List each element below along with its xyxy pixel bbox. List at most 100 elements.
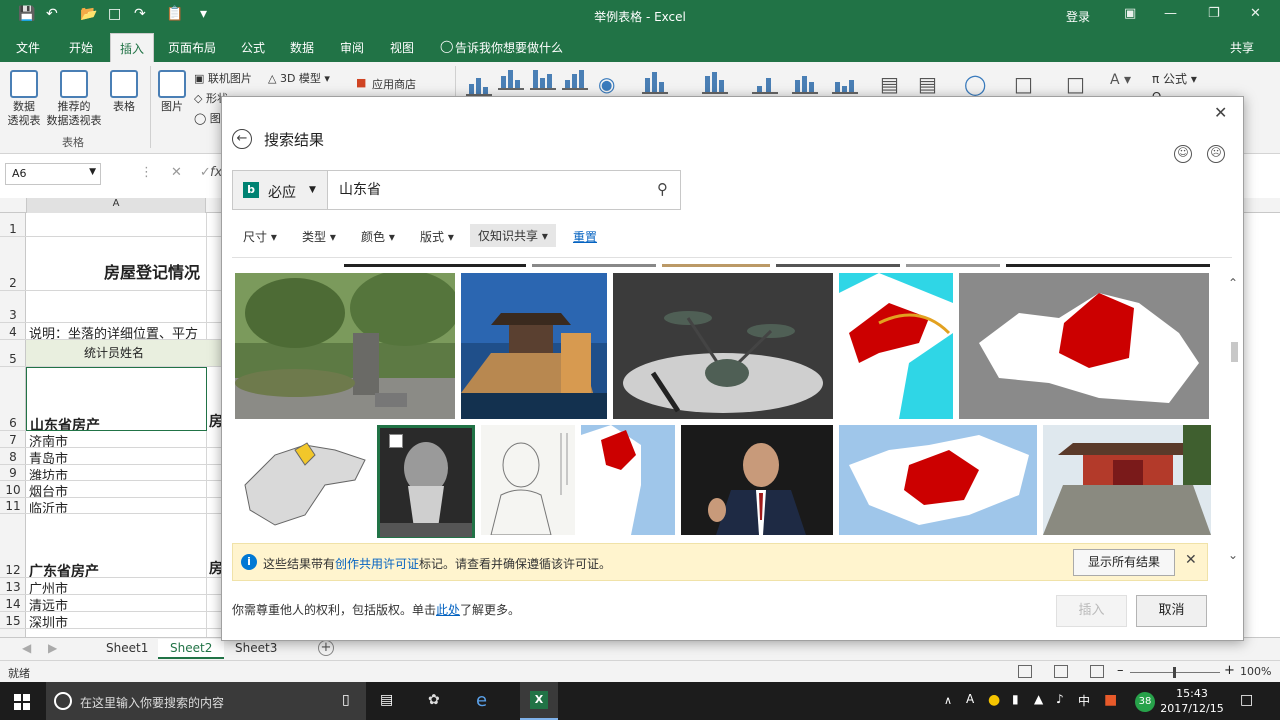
close-window-icon[interactable]: ✕ (1250, 6, 1261, 21)
image-thumbnail-province-map-4[interactable] (839, 425, 1037, 535)
header-footer-icon[interactable]: □ (1066, 72, 1085, 96)
row-header[interactable]: 11 (0, 498, 26, 514)
smile-feedback-icon[interactable]: ☺ (1174, 145, 1192, 163)
scroll-down-icon[interactable]: ⌄ (1228, 548, 1238, 562)
cell-a2[interactable]: 房屋登记情况 (26, 237, 222, 291)
cell-a9[interactable]: 潍坊市 (26, 465, 222, 481)
tab-data[interactable]: 数据 (290, 39, 314, 56)
row-header[interactable]: 13 (0, 578, 26, 595)
map-chart-icon[interactable]: ◉ (598, 72, 615, 96)
search-icon[interactable]: ⚲ (657, 180, 668, 198)
normal-view-icon[interactable] (1018, 665, 1032, 678)
image-thumbnail-speaker[interactable] (681, 425, 833, 535)
edge-icon[interactable]: e (476, 690, 487, 711)
next-sheet-icon[interactable]: ▶ (48, 641, 57, 655)
task-view-icon[interactable]: ▤ (380, 692, 393, 708)
image-thumbnail-province-map-3[interactable] (581, 425, 675, 535)
image-thumbnail[interactable] (906, 264, 1000, 267)
search-input[interactable] (339, 181, 639, 197)
image-thumbnail-province-map-1[interactable] (839, 273, 953, 419)
row-header[interactable]: 2 (0, 237, 26, 291)
zoom-level[interactable]: 100% (1240, 665, 1271, 678)
zoom-slider-knob[interactable] (1173, 667, 1176, 678)
row-header[interactable]: 10 (0, 481, 26, 498)
tell-me-box[interactable]: 告诉我你想要做什么 (455, 39, 563, 56)
row-header[interactable]: 9 (0, 465, 26, 481)
3d-models-button[interactable]: △ 3D 模型 ▾ (268, 70, 330, 86)
taskbar-clock[interactable]: 15:43 2017/12/15 (1160, 686, 1224, 716)
filter-type[interactable]: 类型 ▾ (302, 228, 336, 245)
link-icon[interactable]: ◯ (964, 72, 986, 96)
equation-button[interactable]: π 公式 ▾ (1152, 70, 1197, 87)
battery-icon[interactable]: ▮ (1012, 692, 1019, 706)
cancel-button[interactable]: 取消 (1136, 595, 1207, 627)
tray-app-icon[interactable]: A (966, 692, 974, 706)
cell-a3[interactable] (26, 291, 222, 323)
page-layout-view-icon[interactable] (1054, 665, 1068, 678)
tab-formulas[interactable]: 公式 (241, 39, 265, 56)
slicer-icon[interactable]: ▤ (880, 72, 899, 96)
network-icon[interactable]: ▲ (1034, 692, 1043, 706)
cell-a4[interactable]: 说明：坐落的详细位置、平方 (26, 323, 222, 340)
pictures-button[interactable]: 图片 (156, 70, 188, 114)
hierarchy-chart-icon[interactable] (530, 68, 556, 90)
gallery-scrollbar[interactable]: ⌃ ⌄ (1226, 262, 1242, 567)
share-button[interactable]: 共享 (1230, 39, 1254, 56)
row-header[interactable]: 6 (0, 367, 26, 431)
minimize-icon[interactable]: — (1164, 6, 1177, 21)
tab-page-layout[interactable]: 页面布局 (168, 39, 216, 56)
3d-map-icon[interactable] (702, 72, 728, 94)
image-thumbnail-shandong-outline[interactable] (235, 425, 371, 535)
row-header[interactable]: 4 (0, 323, 26, 340)
filter-creative-commons[interactable]: 仅知识共享 ▾ (470, 224, 556, 247)
add-sheet-icon[interactable]: + (318, 640, 334, 656)
prev-sheet-icon[interactable]: ◀ (22, 641, 31, 655)
image-thumbnail-portrait-selected[interactable] (377, 425, 475, 538)
cell-a15[interactable]: 深圳市 (26, 612, 222, 629)
volume-icon[interactable]: ♪ (1056, 692, 1064, 706)
icons-button[interactable]: ◯ 图 (194, 110, 221, 126)
online-pictures-button[interactable]: ▣ 联机图片 (194, 70, 252, 86)
reset-filters-link[interactable]: 重置 (573, 228, 597, 245)
search-engine-dropdown[interactable]: b 必应 ▼ (233, 171, 328, 209)
image-thumbnail-pavilion[interactable] (461, 273, 607, 419)
recommended-pivot-button[interactable]: 推荐的 数据透视表 (44, 70, 104, 128)
sheet-tab-3[interactable]: Sheet3 (223, 639, 289, 659)
ime-indicator[interactable]: 中 (1078, 692, 1090, 709)
pivot-chart-icon[interactable] (642, 72, 668, 94)
close-infobar-icon[interactable]: ✕ (1185, 552, 1197, 568)
row-header[interactable]: 3 (0, 291, 26, 323)
tab-insert[interactable]: 插入 (110, 33, 155, 62)
filter-layout[interactable]: 版式 ▾ (420, 228, 454, 245)
pivot-table-button[interactable]: 数据 透视表 (6, 70, 42, 128)
cell-a1[interactable] (26, 213, 222, 237)
show-hidden-icons[interactable]: ∧ (944, 694, 952, 707)
image-thumbnail-province-map-2[interactable] (959, 273, 1209, 419)
sparkline-winloss-icon[interactable] (832, 72, 858, 94)
zoom-in-icon[interactable]: + (1224, 663, 1235, 678)
notification-icon[interactable]: □ (1240, 692, 1253, 708)
learn-more-link[interactable]: 此处 (436, 603, 460, 617)
back-arrow-icon[interactable]: ← (232, 129, 252, 149)
row-header[interactable]: 8 (0, 448, 26, 465)
close-icon[interactable]: ✕ (1214, 103, 1227, 122)
tab-home[interactable]: 开始 (69, 39, 93, 56)
cell-a6[interactable]: 山东省房产 (26, 367, 207, 431)
image-thumbnail[interactable] (776, 264, 900, 267)
zoom-out-icon[interactable]: – (1117, 663, 1124, 678)
cell-a11[interactable]: 临沂市 (26, 498, 222, 514)
taskbar-search[interactable]: 在这里输入你要搜索的内容 ▯ (46, 682, 366, 720)
row-header[interactable]: 5 (0, 340, 26, 367)
image-thumbnail[interactable] (344, 264, 526, 267)
cell-a10[interactable]: 烟台市 (26, 481, 222, 498)
column-chart-icon[interactable] (498, 68, 524, 90)
sheet-tab-2[interactable]: Sheet2 (158, 639, 225, 659)
text-more-icon[interactable]: A ▾ (1110, 72, 1131, 88)
row-header[interactable]: 15 (0, 612, 26, 629)
sparkline-line-icon[interactable] (752, 72, 778, 94)
column-header-a[interactable]: A (26, 198, 206, 213)
statistic-chart-icon[interactable] (562, 68, 588, 90)
image-thumbnail-gate[interactable] (1043, 425, 1211, 535)
tab-view[interactable]: 视图 (390, 39, 414, 56)
filter-size[interactable]: 尺寸 ▾ (243, 228, 277, 245)
